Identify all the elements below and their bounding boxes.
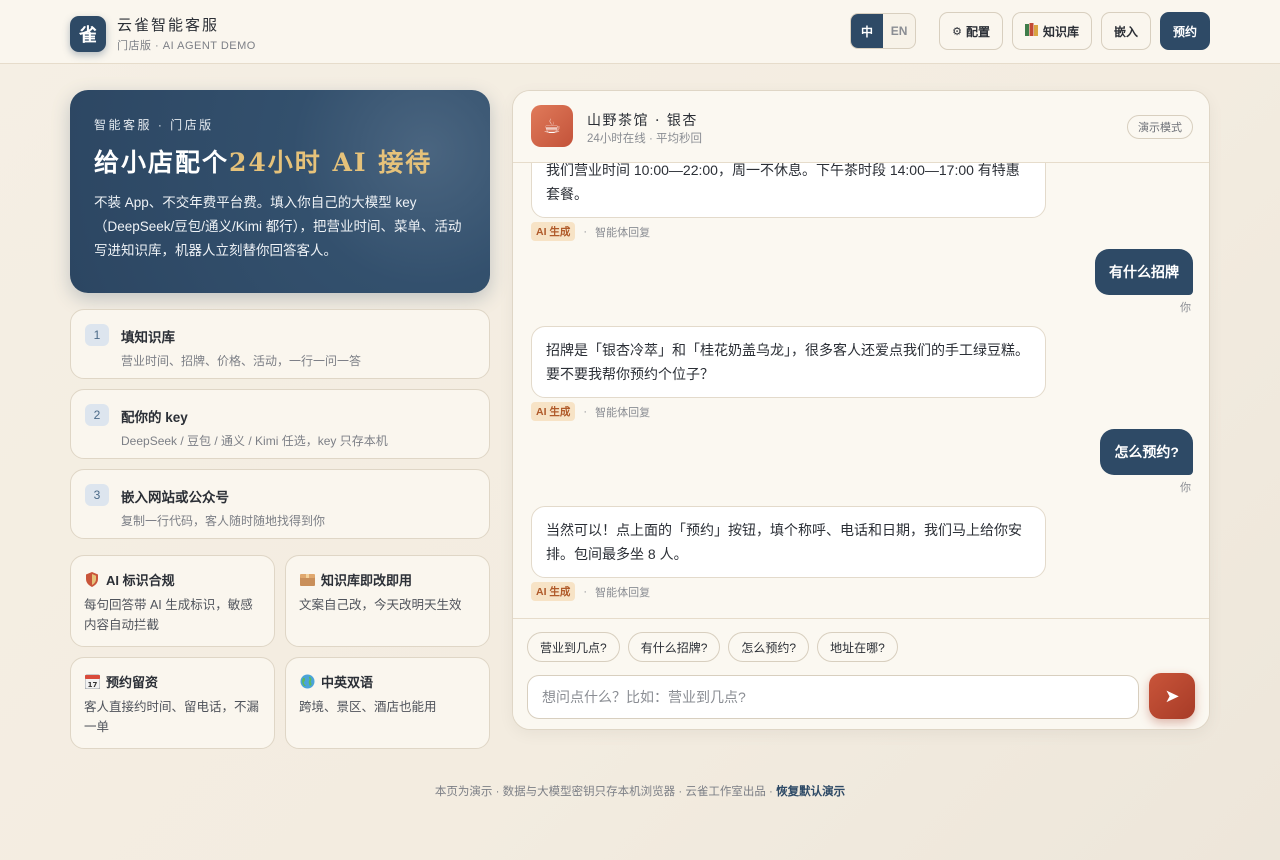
hero-card: 智能客服 · 门店版 给小店配个24小时 AI 接待 不装 App、不交年费平台… <box>70 90 490 293</box>
step-description: DeepSeek / 豆包 / 通义 / Kimi 任选，key 只存本机 <box>121 434 388 448</box>
brand-subtitle: 门店版 · AI AGENT DEMO <box>117 40 256 52</box>
step-title: 嵌入网站或公众号 <box>121 490 229 505</box>
store-name: 山野茶馆 · 银杏 <box>587 113 698 129</box>
feature-card-bilingual: 中英双语 跨境、景区、酒店也能用 <box>285 657 490 749</box>
ai-message-meta: AI 生成 · 智能体回复 <box>531 582 650 601</box>
gear-icon: ⚙ <box>952 25 962 38</box>
step-title: 填知识库 <box>121 330 175 345</box>
ai-generated-badge: AI 生成 <box>531 582 576 601</box>
step-number: 1 <box>85 324 109 346</box>
chat-header: ☕ 山野茶馆 · 银杏 24小时在线 · 平均秒回 演示模式 <box>513 91 1209 163</box>
page-footer: 本页为演示 · 数据与大模型密钥只存本机浏览器 · 云雀工作室出品 · 恢复默认… <box>0 783 1280 799</box>
meta-separator: · <box>583 585 588 598</box>
feature-card-knowledge: 知识库即改即用 文案自己改，今天改明天生效 <box>285 555 490 647</box>
feature-card-compliance: AI 标识合规 每句回答带 AI 生成标识，敏感内容自动拦截 <box>70 555 275 647</box>
shield-icon <box>84 572 100 588</box>
feature-description: 文案自己改，今天改明天生效 <box>299 598 462 612</box>
step-title: 配你的 key <box>121 410 188 425</box>
feature-description: 客人直接约时间、留电话，不漏一单 <box>84 700 260 734</box>
config-button[interactable]: ⚙ 配置 <box>939 12 1003 50</box>
feature-title-text: 预约留资 <box>106 675 159 690</box>
knowledge-base-button[interactable]: 知识库 <box>1011 12 1092 50</box>
user-message: 有什么招牌 <box>1095 249 1193 295</box>
restore-demo-link[interactable]: 恢复默认演示 <box>776 786 845 798</box>
quick-reply-chip[interactable]: 有什么招牌? <box>627 632 721 662</box>
step-description: 营业时间、招牌、价格、活动，一行一问一答 <box>121 354 362 368</box>
ai-meta-label: 智能体回复 <box>595 406 651 419</box>
coffee-cup-icon: ☕ <box>531 105 573 147</box>
feature-title: AI 标识合规 <box>84 570 261 589</box>
user-message-meta: 你 <box>1180 482 1191 494</box>
ai-meta-label: 智能体回复 <box>595 586 651 599</box>
quick-reply-chip[interactable]: 怎么预约? <box>728 632 810 662</box>
step-card-1: 1 填知识库 营业时间、招牌、价格、活动，一行一问一答 <box>70 309 490 379</box>
ai-message-meta: AI 生成 · 智能体回复 <box>531 402 650 421</box>
ai-message: 招牌是「银杏冷萃」和「桂花奶盖乌龙」，很多客人还爱点我们的手工绿豆糕。要不要我帮… <box>531 326 1046 398</box>
feature-title: 知识库即改即用 <box>299 570 476 589</box>
ai-message-meta: AI 生成 · 智能体回复 <box>531 222 650 241</box>
knowledge-base-label: 知识库 <box>1042 24 1079 39</box>
footer-text: 本页为演示 · 数据与大模型密钥只存本机浏览器 · 云雀工作室出品 · <box>434 786 777 798</box>
top-nav: 中 EN ⚙ 配置 知识库 嵌入 预约 <box>850 12 1210 50</box>
step-number: 3 <box>85 484 109 506</box>
send-button[interactable]: ➤ <box>1149 673 1195 719</box>
user-message: 怎么预约? <box>1100 429 1193 475</box>
feature-title-text: 中英双语 <box>321 675 374 690</box>
chat-panel: ☕ 山野茶馆 · 银杏 24小时在线 · 平均秒回 演示模式 我们营业时间 10… <box>512 90 1210 730</box>
quick-reply-chip[interactable]: 营业到几点? <box>527 632 620 662</box>
quick-reply-chips: 营业到几点? 有什么招牌? 怎么预约? 地址在哪? <box>527 632 906 662</box>
brand-logo: 雀 <box>70 15 106 52</box>
svg-text:17: 17 <box>87 681 97 689</box>
feature-card-booking: 17 预约留资 客人直接约时间、留电话，不漏一单 <box>70 657 275 749</box>
store-status: 24小时在线 · 平均秒回 <box>587 133 703 145</box>
lang-en-button[interactable]: EN <box>883 14 915 48</box>
calendar-icon: 17 <box>84 674 100 690</box>
ai-message: 我们营业时间 10:00—22:00，周一不休息。下午茶时段 14:00—17:… <box>531 163 1046 218</box>
embed-button[interactable]: 嵌入 <box>1100 12 1151 50</box>
ai-generated-badge: AI 生成 <box>531 222 576 241</box>
book-button[interactable]: 预约 <box>1159 12 1210 50</box>
config-label: 配置 <box>965 24 990 39</box>
hero-title-accent: 24小时 AI 接待 <box>229 148 433 177</box>
chat-footer: 营业到几点? 有什么招牌? 怎么预约? 地址在哪? ➤ <box>513 618 1209 729</box>
hero-tag: 智能客服 · 门店版 <box>94 118 214 132</box>
meta-separator: · <box>583 405 588 418</box>
hero-description: 不装 App、不交年费平台费。填入你自己的大模型 key（DeepSeek/豆包… <box>94 195 462 258</box>
brand-title: 云雀智能客服 <box>117 16 220 34</box>
step-description: 复制一行代码，客人随时随地找得到你 <box>121 514 326 528</box>
feature-title: 17 预约留资 <box>84 672 261 691</box>
ai-generated-badge: AI 生成 <box>531 402 576 421</box>
language-toggle: 中 EN <box>850 13 917 49</box>
hero-title: 给小店配个24小时 AI 接待 <box>94 143 466 179</box>
feature-description: 跨境、景区、酒店也能用 <box>299 700 437 714</box>
send-icon: ➤ <box>1164 685 1180 706</box>
message-list[interactable]: 我们营业时间 10:00—22:00，周一不休息。下午茶时段 14:00—17:… <box>513 163 1209 618</box>
feature-description: 每句回答带 AI 生成标识，敏感内容自动拦截 <box>84 598 253 632</box>
box-icon <box>299 572 315 588</box>
user-message-meta: 你 <box>1180 302 1191 314</box>
demo-mode-badge: 演示模式 <box>1127 115 1193 139</box>
lang-zh-button[interactable]: 中 <box>851 14 884 48</box>
brand[interactable]: 雀 云雀智能客服 门店版 · AI AGENT DEMO <box>70 14 256 53</box>
ai-message: 当然可以！点上面的「预约」按钮，填个称呼、电话和日期，我们马上给你安排。包间最多… <box>531 506 1046 578</box>
step-number: 2 <box>85 404 109 426</box>
globe-icon <box>299 674 315 690</box>
step-card-3: 3 嵌入网站或公众号 复制一行代码，客人随时随地找得到你 <box>70 469 490 539</box>
hero-title-main: 给小店配个 <box>94 148 230 177</box>
brand-text: 云雀智能客服 门店版 · AI AGENT DEMO <box>117 14 256 53</box>
feature-title: 中英双语 <box>299 672 476 691</box>
meta-separator: · <box>583 225 588 238</box>
step-card-2: 2 配你的 key DeepSeek / 豆包 / 通义 / Kimi 任选，k… <box>70 389 490 459</box>
feature-title-text: 知识库即改即用 <box>321 573 413 588</box>
ai-meta-label: 智能体回复 <box>595 226 651 239</box>
chat-input[interactable] <box>527 675 1139 719</box>
quick-reply-chip[interactable]: 地址在哪? <box>817 632 898 662</box>
feature-title-text: AI 标识合规 <box>106 573 175 588</box>
books-icon <box>1024 23 1039 39</box>
top-bar: 雀 云雀智能客服 门店版 · AI AGENT DEMO 中 EN ⚙ 配置 知… <box>0 0 1280 64</box>
